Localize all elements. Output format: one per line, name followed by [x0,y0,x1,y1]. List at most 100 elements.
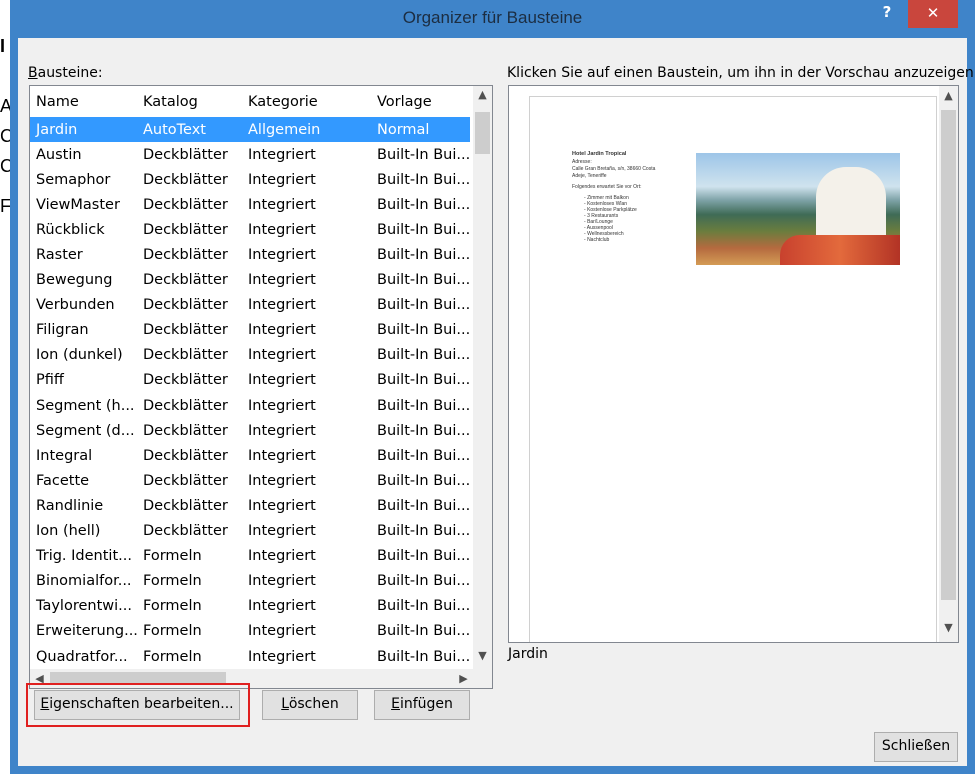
cell-katalog: AutoText [137,117,242,143]
scroll-right-icon[interactable]: ▶ [454,669,473,688]
preview-doc-line: Adeje, Teneriffe [572,173,607,179]
cell-kategorie: Integriert [248,146,316,163]
preview-scroll-up-icon[interactable]: ▲ [939,89,958,107]
cell-name: Austin [36,146,82,163]
cell-vorlage: Built-In Bui... [377,598,470,615]
table-row[interactable]: Filigran Deckblätter Integriert Built-In Bu… [30,318,470,343]
preview-scrollbar[interactable]: ▲ ▼ [939,86,958,642]
cell-kategorie: Integriert [248,171,316,188]
scroll-corner [473,669,492,688]
cell-katalog: Deckblätter [143,372,228,389]
column-header-katalog[interactable]: Katalog [137,86,242,117]
preview-pane: Hotel Jardin Tropical Adresse: Calle Gran… [508,85,959,643]
preview-scroll-down-icon[interactable]: ▼ [939,621,958,639]
table-header-row: Name Katalog Kategorie Vorlage [30,86,470,117]
cell-vorlage: Normal [371,117,470,143]
column-header-name[interactable]: Name [30,86,137,117]
table-row[interactable]: Trig. Identit... Formeln Integriert Built-I… [30,544,470,569]
cell-name: Segment (h... [36,397,135,414]
cell-katalog: Formeln [143,573,202,590]
dialog-title: Organizer für Bausteine [402,8,583,27]
table-row[interactable]: Ion (dunkel) Deckblätter Integriert Built-I… [30,343,470,368]
preview-doc-item: - Nachtclub [584,237,609,243]
bg-text-fragment: I [0,36,6,56]
cell-kategorie: Integriert [248,648,316,665]
cell-katalog: Deckblätter [143,221,228,238]
table-row[interactable]: Ion (hell) Deckblätter Integriert Built-In … [30,519,470,544]
column-header-kategorie[interactable]: Kategorie [242,86,371,117]
table-row[interactable]: Pfiff Deckblätter Integriert Built-In Bui..… [30,368,470,393]
preview-scroll-thumb[interactable] [941,110,956,600]
cell-katalog: Deckblätter [143,397,228,414]
close-window-button[interactable]: ✕ [908,0,958,28]
cell-kategorie: Integriert [248,447,316,464]
table-row[interactable]: Quadratfor... Formeln Integriert Built-In B… [30,644,470,669]
insert-button[interactable]: Einfügen [374,690,470,720]
table-row[interactable]: Rückblick Deckblätter Integriert Built-In B… [30,217,470,242]
column-header-vorlage[interactable]: Vorlage [371,86,470,117]
table-row[interactable]: Semaphor Deckblätter Integriert Built-In Bu… [30,167,470,192]
photo-flowers [780,235,900,265]
cell-kategorie: Integriert [248,548,316,565]
cell-name: Semaphor [36,171,111,188]
cell-katalog: Deckblätter [143,146,228,163]
cell-katalog: Deckblätter [143,171,228,188]
cell-vorlage: Built-In Bui... [377,247,470,264]
cell-kategorie: Integriert [248,623,316,640]
cell-vorlage: Built-In Bui... [377,573,470,590]
dialog-window: Organizer für Bausteine ? ✕ Bausteine: N… [10,0,975,774]
cell-katalog: Deckblätter [143,472,228,489]
cell-kategorie: Integriert [248,497,316,514]
table-row[interactable]: Segment (d... Deckblätter Integriert Built-… [30,418,470,443]
cell-katalog: Formeln [143,648,202,665]
cell-vorlage: Built-In Bui... [377,372,470,389]
cell-vorlage: Built-In Bui... [377,472,470,489]
table-row[interactable]: Taylorentwi... Formeln Integriert Built-In … [30,594,470,619]
cell-vorlage: Built-In Bui... [377,196,470,213]
delete-button[interactable]: Löschen [262,690,358,720]
table-row[interactable]: Verbunden Deckblätter Integriert Built-In B… [30,293,470,318]
cell-vorlage: Built-In Bui... [377,397,470,414]
cell-name: Jardin [30,117,137,143]
cell-vorlage: Built-In Bui... [377,447,470,464]
cell-name: Quadratfor... [36,648,128,665]
table-row[interactable]: Erweiterung... Formeln Integriert Built-In … [30,619,470,644]
cell-vorlage: Built-In Bui... [377,548,470,565]
table-row[interactable]: Segment (h... Deckblätter Integriert Built-… [30,393,470,418]
table-row[interactable]: Austin Deckblätter Integriert Built-In Bui.… [30,142,470,167]
cell-katalog: Deckblätter [143,272,228,289]
table-row[interactable]: Bewegung Deckblätter Integriert Built-In Bu… [30,268,470,293]
table-row[interactable]: Integral Deckblätter Integriert Built-In Bu… [30,443,470,468]
list-vertical-scrollbar[interactable]: ▲ ▼ [473,86,492,669]
preview-name: Jardin [508,646,548,662]
dialog-body: Bausteine: Name Katalog Kategorie Vorlag… [18,38,975,766]
table-row[interactable]: Facette Deckblätter Integriert Built-In Bui… [30,468,470,493]
table-row[interactable]: Jardin AutoText Allgemein Normal [30,117,470,143]
cell-kategorie: Integriert [248,322,316,339]
scroll-thumb[interactable] [475,112,490,154]
table-row[interactable]: Binomialfor... Formeln Integriert Built-In … [30,569,470,594]
preview-doc-line: Folgendes erwartet Sie vor Ort: [572,184,642,190]
building-blocks-list[interactable]: Name Katalog Kategorie Vorlage Jardin Aut… [29,85,493,689]
cell-name: Pfiff [36,372,64,389]
cell-katalog: Deckblätter [143,447,228,464]
help-button[interactable]: ? [872,0,902,28]
cell-name: Binomialfor... [36,573,132,590]
cell-name: Erweiterung... [36,623,137,640]
cell-katalog: Deckblätter [143,347,228,364]
table-row[interactable]: Randlinie Deckblätter Integriert Built-In B… [30,493,470,518]
table-row[interactable]: ViewMaster Deckblätter Integriert Built-In … [30,192,470,217]
scroll-up-icon[interactable]: ▲ [473,88,492,106]
cell-vorlage: Built-In Bui... [377,322,470,339]
preview-instruction: Klicken Sie auf einen Baustein, um ihn i… [507,65,975,81]
cell-kategorie: Integriert [248,372,316,389]
cell-name: Segment (d... [36,422,135,439]
cell-katalog: Deckblätter [143,297,228,314]
preview-doc-line: Adresse: [572,159,592,165]
cell-name: Trig. Identit... [36,548,132,565]
cell-vorlage: Built-In Bui... [377,623,470,640]
scroll-down-icon[interactable]: ▼ [473,649,492,667]
close-button[interactable]: Schließen [874,732,958,762]
cell-name: Filigran [36,322,89,339]
table-row[interactable]: Raster Deckblätter Integriert Built-In Bui.… [30,242,470,267]
